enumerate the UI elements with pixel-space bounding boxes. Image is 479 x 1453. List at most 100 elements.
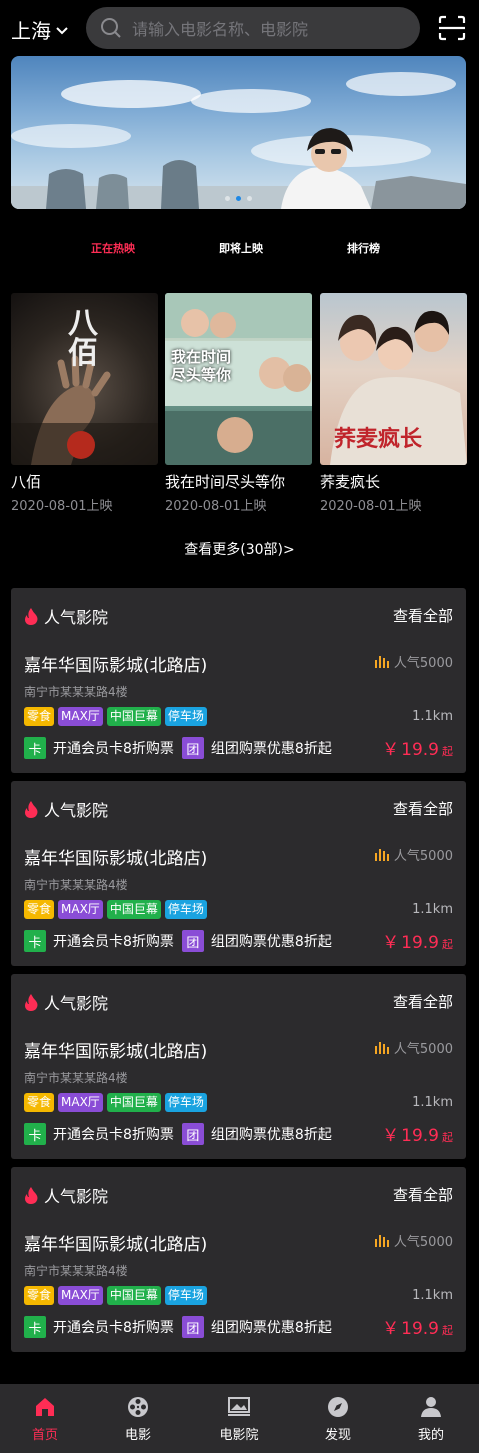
offers: 卡开通会员卡8折购票团组团购票优惠8折起 — [24, 1316, 340, 1338]
feature-tag: 零食 — [24, 1286, 55, 1305]
search-input[interactable]: 请输入电影名称、电影院 — [86, 7, 420, 49]
cinema-card[interactable]: 人气影院 查看全部 嘉年华国际影城(北路店) 人气5000 南宁市某某某路4楼 零食 MAX… — [11, 781, 466, 966]
popularity: 人气5000 — [374, 1231, 453, 1250]
section-title: 人气影院 — [44, 994, 109, 1013]
popularity: 人气5000 — [374, 845, 453, 864]
flame-icon — [25, 993, 38, 1011]
group-buy-badge: 团 — [181, 737, 204, 759]
view-all-link[interactable]: 查看全部 — [393, 991, 453, 1012]
movie-release-date: 2020-08-01上映 — [165, 499, 267, 514]
nav-item-cinema[interactable]: 电影院 — [214, 1384, 264, 1453]
nav-label: 首页 — [31, 1428, 58, 1443]
price-value: 19.9 — [401, 933, 439, 953]
feature-tag: 停车场 — [164, 707, 207, 726]
feature-tag: MAX厅 — [58, 1093, 103, 1112]
price-suffix: 起 — [442, 745, 453, 758]
nav-item-home[interactable]: 首页 — [24, 1384, 66, 1453]
group-buy-badge: 团 — [181, 1123, 204, 1145]
movie-card[interactable]: 我在时间尽头等你 我在时间尽头等你 2020-08-01上映 — [165, 293, 312, 514]
user-icon — [421, 1397, 441, 1417]
nav-item-mine[interactable]: 我的 — [410, 1384, 452, 1453]
banner-pagination — [11, 196, 466, 201]
flame-icon — [25, 1186, 38, 1204]
member-card-offer: 开通会员卡8折购票 — [53, 1127, 174, 1143]
city-selector[interactable]: 上海 — [11, 15, 68, 44]
feature-tags: 零食 MAX厅 中国巨幕 停车场 — [24, 1286, 207, 1305]
movie-poster: 我在时间尽头等你 — [165, 293, 312, 465]
poster-text: 八佰 — [68, 306, 98, 371]
tab-ranking[interactable]: 排行榜 — [347, 240, 380, 256]
member-card-badge: 卡 — [24, 1316, 46, 1338]
banner-dot[interactable] — [247, 196, 252, 201]
feature-tag: MAX厅 — [58, 1286, 103, 1305]
movie-card[interactable]: 八佰 八佰 2020-08-01上映 — [11, 293, 158, 514]
movie-card[interactable]: 荞麦疯长 荞麦疯长 2020-08-01上映 — [320, 293, 467, 514]
bar-chart-icon — [374, 1235, 389, 1247]
distance: 1.1km — [412, 902, 453, 917]
price-value: 19.9 — [401, 740, 439, 760]
group-buy-badge: 团 — [181, 930, 204, 952]
cinema-card[interactable]: 人气影院 查看全部 嘉年华国际影城(北路店) 人气5000 南宁市某某某路4楼 零食 MAX… — [11, 588, 466, 773]
feature-tag: 中国巨幕 — [106, 1286, 161, 1305]
feature-tag: 中国巨幕 — [106, 1093, 161, 1112]
section-title: 人气影院 — [44, 608, 109, 627]
cinema-screen-icon — [228, 1397, 250, 1416]
popularity-value: 人气5000 — [393, 656, 453, 671]
price: ￥ 19.9 起 — [382, 1121, 453, 1146]
bar-chart-icon — [374, 1042, 389, 1054]
cinema-name: 嘉年华国际影城(北路店) — [24, 1042, 208, 1062]
distance: 1.1km — [412, 709, 453, 724]
banner-dot[interactable] — [225, 196, 230, 201]
price-suffix: 起 — [442, 938, 453, 951]
view-all-link[interactable]: 查看全部 — [393, 605, 453, 626]
tab-coming-soon[interactable]: 即将上映 — [219, 240, 263, 256]
nav-label: 发现 — [324, 1428, 351, 1443]
feature-tag: 停车场 — [164, 900, 207, 919]
movie-poster: 荞麦疯长 — [320, 293, 467, 465]
feature-tags: 零食 MAX厅 中国巨幕 停车场 — [24, 900, 207, 919]
bar-chart-icon — [374, 849, 389, 861]
flame-icon — [25, 607, 38, 625]
price: ￥ 19.9 起 — [382, 1314, 453, 1339]
price-currency: ￥ — [382, 933, 400, 953]
view-more-movies-link[interactable]: 查看更多(30部)> — [0, 539, 479, 559]
banner-dot-active[interactable] — [236, 196, 241, 201]
promo-banner[interactable] — [11, 56, 466, 209]
nav-item-discover[interactable]: 发现 — [317, 1384, 359, 1453]
member-card-offer: 开通会员卡8折购票 — [53, 934, 174, 950]
offers: 卡开通会员卡8折购票团组团购票优惠8折起 — [24, 737, 340, 759]
tab-now-showing[interactable]: 正在热映 — [91, 240, 135, 256]
film-reel-icon — [128, 1397, 148, 1417]
distance: 1.1km — [412, 1095, 453, 1110]
scan-icon[interactable] — [438, 15, 466, 41]
view-all-link[interactable]: 查看全部 — [393, 1184, 453, 1205]
top-bar: 上海 请输入电影名称、电影院 — [0, 0, 479, 56]
cinema-card[interactable]: 人气影院 查看全部 嘉年华国际影城(北路店) 人气5000 南宁市某某某路4楼 零食 MAX… — [11, 1167, 466, 1352]
movie-poster: 八佰 — [11, 293, 158, 465]
banner-image — [11, 72, 466, 209]
group-buy-offer: 组团购票优惠8折起 — [210, 1127, 332, 1143]
popularity: 人气5000 — [374, 1038, 453, 1057]
popularity: 人气5000 — [374, 652, 453, 671]
nav-item-movies[interactable]: 电影 — [117, 1384, 159, 1453]
offers: 卡开通会员卡8折购票团组团购票优惠8折起 — [24, 930, 340, 952]
price-currency: ￥ — [382, 1319, 400, 1339]
feature-tags: 零食 MAX厅 中国巨幕 停车场 — [24, 1093, 207, 1112]
view-all-link[interactable]: 查看全部 — [393, 798, 453, 819]
member-card-badge: 卡 — [24, 737, 46, 759]
price-currency: ￥ — [382, 1126, 400, 1146]
movie-tabs: 正在热映 即将上映 排行榜 — [0, 240, 479, 262]
feature-tag: 零食 — [24, 1093, 55, 1112]
search-placeholder: 请输入电影名称、电影院 — [132, 20, 309, 39]
cinema-card[interactable]: 人气影院 查看全部 嘉年华国际影城(北路店) 人气5000 南宁市某某某路4楼 零食 MAX… — [11, 974, 466, 1159]
search-icon — [101, 18, 121, 38]
section-title: 人气影院 — [44, 801, 109, 820]
movie-list: 八佰 八佰 2020-08-01上映 我在时间尽头等你 我在时间尽头等你 202… — [11, 293, 467, 514]
movie-title: 八佰 — [11, 473, 42, 491]
nav-label: 我的 — [417, 1428, 444, 1443]
movie-title: 我在时间尽头等你 — [165, 473, 286, 491]
offers: 卡开通会员卡8折购票团组团购票优惠8折起 — [24, 1123, 340, 1145]
movie-title: 荞麦疯长 — [320, 473, 381, 491]
nav-label: 电影院 — [219, 1428, 259, 1443]
card-header: 人气影院 — [24, 797, 108, 821]
